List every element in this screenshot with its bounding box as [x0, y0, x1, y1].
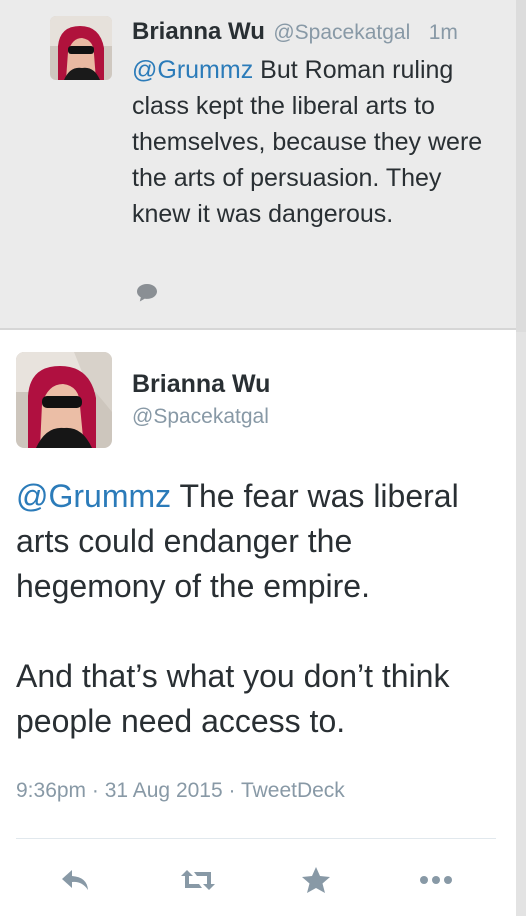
- reply-button[interactable]: [54, 858, 98, 902]
- main-text-paragraph-2: And that’s what you don’t think people n…: [16, 658, 450, 739]
- main-author-name[interactable]: Brianna Wu: [132, 368, 270, 400]
- reply-tweet[interactable]: Brianna Wu @Spacekatgal 1m @Grummz But R…: [0, 0, 516, 330]
- main-tweet: Brianna Wu @Spacekatgal @Grummz The fear…: [0, 332, 516, 916]
- retweet-button[interactable]: [176, 858, 220, 902]
- reply-author-handle[interactable]: @Spacekatgal: [273, 21, 410, 44]
- main-avatar[interactable]: [16, 352, 112, 448]
- reply-avatar[interactable]: [50, 16, 112, 80]
- tweet-meta[interactable]: 9:36pm · 31 Aug 2015 · TweetDeck: [16, 776, 345, 806]
- more-button[interactable]: [414, 858, 458, 902]
- scrollbar-track-top: [516, 0, 526, 332]
- avatar-photo-icon: [50, 16, 112, 80]
- favorite-button[interactable]: [294, 858, 338, 902]
- reply-text: @Grummz But Roman ruling class kept the …: [132, 52, 502, 232]
- reply-header: Brianna Wu @Spacekatgal 1m: [132, 16, 502, 51]
- divider: [16, 838, 496, 839]
- avatar-photo-icon: [16, 352, 112, 448]
- reply-icon: [62, 870, 88, 890]
- reply-time[interactable]: 1m: [429, 21, 458, 44]
- main-text-paragraph-1: @Grummz The fear was liberal arts could …: [16, 474, 496, 609]
- tweet-actions: [0, 858, 516, 902]
- retweet-icon: [181, 870, 215, 890]
- more-icon: [420, 876, 452, 884]
- main-mention-link[interactable]: @Grummz: [16, 478, 171, 514]
- reply-mention-link[interactable]: @Grummz: [132, 56, 253, 84]
- main-text: @Grummz The fear was liberal arts could …: [16, 474, 496, 744]
- reply-author-name[interactable]: Brianna Wu: [132, 18, 265, 45]
- star-icon: [302, 867, 330, 893]
- main-author-handle[interactable]: @Spacekatgal: [132, 402, 269, 432]
- comment-icon[interactable]: [136, 283, 158, 303]
